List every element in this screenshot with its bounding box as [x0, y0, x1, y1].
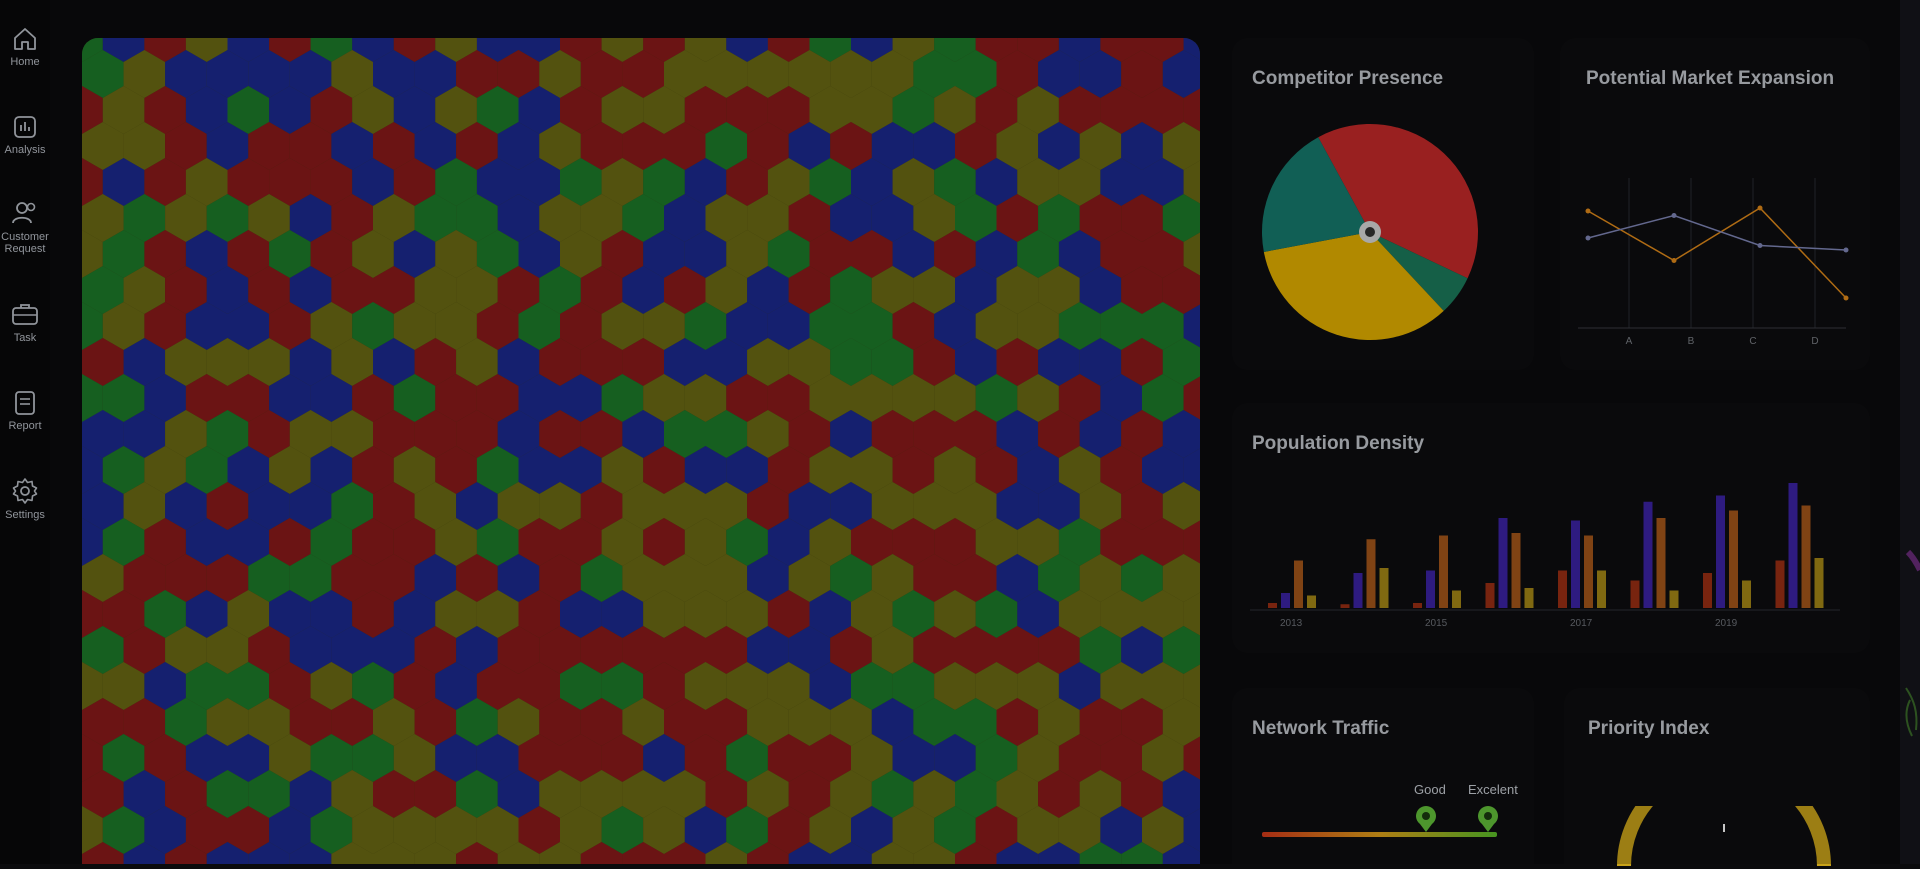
excellent-marker-icon [1478, 806, 1498, 832]
rating-label-good: Good [1414, 782, 1446, 797]
sidebar-item-task[interactable]: Task [0, 302, 50, 344]
card-title: Competitor Presence [1252, 68, 1444, 89]
market-line-chart: A B C D [1578, 178, 1849, 347]
bar[interactable] [1307, 595, 1316, 609]
card-title: Network Traffic [1252, 718, 1390, 739]
customer-request-icon [12, 202, 36, 224]
bar[interactable] [1426, 570, 1435, 609]
bar[interactable] [1281, 593, 1290, 608]
competitor-presence-card: Competitor Presence [1232, 38, 1534, 370]
priority-index-card: Priority Index [1564, 688, 1870, 866]
sidebar-item-analysis[interactable]: Analysis [0, 114, 50, 156]
bar[interactable] [1630, 580, 1640, 609]
pie-center-dot [1365, 227, 1375, 237]
right-edge-strip[interactable] [1900, 0, 1920, 864]
data-point[interactable] [1671, 258, 1677, 263]
card-title: Potential Market Expansion [1586, 68, 1835, 89]
x-tick-label: 2013 [1280, 618, 1303, 629]
settings-icon [12, 478, 38, 504]
traffic-scale-bar [1262, 832, 1497, 837]
data-point[interactable] [1671, 213, 1677, 218]
x-tick-label: D [1811, 336, 1818, 347]
report-icon [15, 391, 35, 415]
sidebar-item-label: Home [10, 56, 40, 68]
bar[interactable] [1643, 501, 1653, 608]
decorative-plant-icon [1905, 549, 1920, 737]
task-icon [12, 304, 38, 325]
data-point[interactable] [1585, 208, 1591, 214]
sidebar-item-report[interactable]: Report [0, 390, 50, 432]
network-traffic-gauge [1262, 806, 1498, 837]
market-expansion-card: Potential Market Expansion A B C D [1560, 38, 1870, 370]
bar[interactable] [1571, 520, 1580, 609]
series-line [1587, 207, 1847, 299]
bar[interactable] [1716, 495, 1725, 609]
bar[interactable] [1340, 604, 1350, 608]
hexagon-map[interactable] [82, 38, 1200, 864]
bar[interactable] [1498, 518, 1508, 608]
competitor-pie-chart [1262, 124, 1478, 340]
bar[interactable] [1656, 518, 1666, 608]
bar[interactable] [1584, 535, 1593, 609]
bar[interactable] [1485, 583, 1495, 608]
x-tick-label: 2017 [1570, 618, 1593, 629]
bar[interactable] [1597, 570, 1606, 609]
x-tick-label: 2019 [1715, 618, 1738, 629]
data-point[interactable] [1585, 235, 1591, 241]
card-title: Priority Index [1588, 718, 1710, 739]
population-bar-chart: 2013 2015 2017 2019 [1250, 483, 1840, 629]
sidebar-item-label: Settings [5, 509, 45, 521]
bar[interactable] [1558, 570, 1567, 609]
x-tick-label: B [1688, 336, 1695, 347]
data-point[interactable] [1843, 295, 1849, 301]
data-point[interactable] [1757, 243, 1763, 248]
sidebar-item-customer-request[interactable]: Customer Request [0, 199, 50, 255]
network-traffic-card: Network Traffic Good Excelent [1232, 688, 1534, 864]
rating-label-excellent: Excelent [1468, 782, 1518, 797]
sidebar: Home Analysis Customer Request Task Repo… [0, 0, 50, 864]
bar[interactable] [1413, 603, 1422, 608]
bar[interactable] [1439, 535, 1448, 609]
sidebar-item-label: Task [13, 332, 37, 344]
bar[interactable] [1452, 590, 1461, 609]
bar[interactable] [1294, 560, 1303, 609]
bar[interactable] [1814, 558, 1824, 608]
population-density-card: Population Density 2013 2015 2017 2019 [1232, 403, 1870, 653]
data-point[interactable] [1843, 247, 1849, 253]
sidebar-item-home[interactable]: Home [0, 26, 50, 68]
bar[interactable] [1703, 573, 1712, 608]
bar[interactable] [1268, 603, 1277, 608]
bar[interactable] [1742, 580, 1751, 609]
bar[interactable] [1669, 590, 1679, 609]
bar[interactable] [1353, 573, 1363, 608]
analysis-icon [14, 116, 36, 138]
bar[interactable] [1801, 505, 1811, 609]
data-point[interactable] [1757, 205, 1763, 211]
sidebar-item-label: Customer Request [1, 231, 49, 255]
sidebar-item-settings[interactable]: Settings [0, 477, 50, 521]
home-icon [14, 28, 36, 50]
card-title: Population Density [1252, 433, 1425, 454]
bar[interactable] [1511, 533, 1521, 608]
priority-gauge-arc [1617, 806, 1831, 866]
x-tick-label: A [1626, 336, 1633, 347]
bar[interactable] [1379, 568, 1389, 608]
x-tick-label: C [1749, 336, 1756, 347]
hex-grid [82, 38, 1200, 864]
bar[interactable] [1729, 510, 1738, 609]
sidebar-item-label: Analysis [4, 144, 46, 156]
sidebar-item-label: Report [8, 420, 42, 432]
x-tick-label: 2015 [1425, 618, 1448, 629]
priority-gauge [1617, 806, 1831, 866]
bar[interactable] [1788, 483, 1798, 608]
bar[interactable] [1775, 560, 1785, 609]
good-marker-icon [1416, 806, 1436, 832]
bar[interactable] [1366, 539, 1376, 608]
bar[interactable] [1524, 588, 1534, 608]
